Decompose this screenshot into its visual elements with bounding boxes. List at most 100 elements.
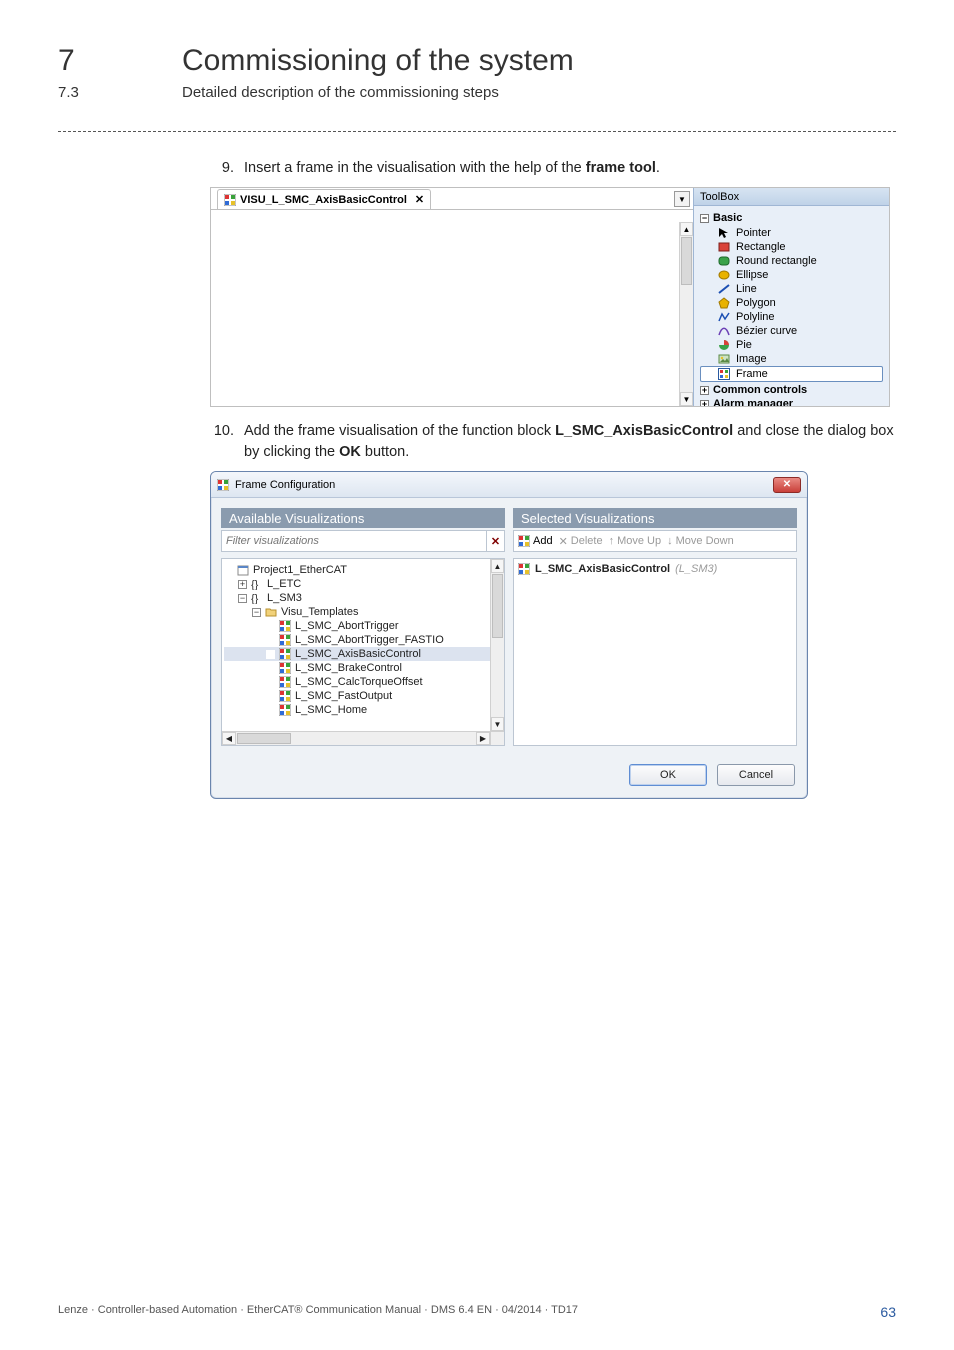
move-up-button[interactable]: ↑ Move Up <box>609 535 662 547</box>
step-text-part: button. <box>361 444 409 460</box>
tab-overflow-button[interactable]: ▼ <box>674 191 690 207</box>
visu-icon <box>279 634 291 646</box>
tool-label: Round rectangle <box>736 255 817 267</box>
tool-rectangle[interactable]: Rectangle <box>700 240 883 254</box>
delete-button[interactable]: ✕ Delete <box>559 535 603 548</box>
scroll-thumb[interactable] <box>681 237 692 285</box>
expand-icon[interactable]: + <box>238 580 247 589</box>
tool-polyline[interactable]: Polyline <box>700 310 883 324</box>
visu-icon <box>279 704 291 716</box>
collapse-icon[interactable]: − <box>238 594 247 603</box>
selected-item[interactable]: L_SMC_AxisBasicControl (L_SM3) <box>518 563 792 575</box>
tree-label: L_ETC <box>267 578 301 590</box>
expand-icon[interactable]: + <box>700 400 709 407</box>
tool-label: Pointer <box>736 227 771 239</box>
tool-label: Frame <box>736 368 768 380</box>
tree-visu-templates[interactable]: − Visu_Templates <box>224 605 502 619</box>
tool-polygon[interactable]: Polygon <box>700 296 883 310</box>
dialog-title: Frame Configuration <box>235 479 335 491</box>
step-10: 10. Add the frame visualisation of the f… <box>210 421 896 463</box>
collapse-icon[interactable]: − <box>700 214 709 223</box>
step-text-part: . <box>656 160 660 176</box>
tree-l-sm3[interactable]: − {} L_SM3 <box>224 591 502 605</box>
scroll-right-icon[interactable]: ▶ <box>476 732 490 745</box>
tool-pie[interactable]: Pie <box>700 338 883 352</box>
cancel-button[interactable]: Cancel <box>717 764 795 786</box>
svg-text:{}: {} <box>251 593 259 604</box>
tree-label: L_SM3 <box>267 592 302 604</box>
dialog-button-row: OK Cancel <box>211 756 807 798</box>
scroll-left-icon[interactable]: ◀ <box>222 732 236 745</box>
filter-row: ✕ <box>221 530 505 552</box>
toolbox-group-common[interactable]: + Common controls <box>700 384 883 396</box>
filter-input[interactable] <box>222 535 486 547</box>
toolbox-title: ToolBox <box>694 188 889 206</box>
scroll-down-icon[interactable]: ▼ <box>491 717 504 731</box>
bezier-icon <box>718 325 730 337</box>
tool-bezier[interactable]: Bézier curve <box>700 324 883 338</box>
ok-button[interactable]: OK <box>629 764 707 786</box>
tree-label: L_SMC_CalcTorqueOffset <box>295 676 423 688</box>
step-text: Add the frame visualisation of the funct… <box>244 421 896 463</box>
available-header: Available Visualizations <box>221 508 505 528</box>
scroll-up-icon[interactable]: ▲ <box>491 559 504 573</box>
tool-image[interactable]: Image <box>700 352 883 366</box>
clear-filter-button[interactable]: ✕ <box>486 531 504 551</box>
available-listbox: Project1_EtherCAT + {} L_ETC − {} <box>221 558 505 746</box>
selected-name: L_SMC_AxisBasicControl <box>535 563 670 575</box>
action-label: Move Down <box>676 535 734 547</box>
tree-root[interactable]: Project1_EtherCAT <box>224 563 502 577</box>
scroll-thumb[interactable] <box>492 574 503 638</box>
project-icon <box>237 564 249 576</box>
add-button[interactable]: Add <box>518 535 553 547</box>
move-down-button[interactable]: ↓ Move Down <box>667 535 734 547</box>
tree-item[interactable]: L_SMC_AbortTrigger <box>224 619 502 633</box>
step-text-bold: L_SMC_AxisBasicControl <box>555 423 733 439</box>
chapter-title: Commissioning of the system <box>182 44 574 78</box>
tool-line[interactable]: Line <box>700 282 883 296</box>
tab-visu[interactable]: VISU_L_SMC_AxisBasicControl ✕ <box>217 189 431 209</box>
frame-icon <box>718 368 730 380</box>
tree-item[interactable]: L_SMC_FastOutput <box>224 689 502 703</box>
tool-pointer[interactable]: Pointer <box>700 226 883 240</box>
tool-ellipse[interactable]: Ellipse <box>700 268 883 282</box>
group-label: Common controls <box>713 384 807 396</box>
tree-item[interactable]: L_SMC_BrakeControl <box>224 661 502 675</box>
scroll-thumb[interactable] <box>237 733 291 744</box>
scrollbar-vertical[interactable]: ▲ ▼ <box>679 222 693 406</box>
toolbox-group-basic[interactable]: − Basic <box>700 212 883 224</box>
scroll-up-icon[interactable]: ▲ <box>680 222 693 236</box>
tab-close-icon[interactable]: ✕ <box>415 193 424 206</box>
tree-item[interactable]: L_SMC_CalcTorqueOffset <box>224 675 502 689</box>
action-label: Delete <box>571 535 603 547</box>
collapse-icon[interactable]: − <box>252 608 261 617</box>
tree-item[interactable]: L_SMC_AbortTrigger_FASTIO <box>224 633 502 647</box>
group-label: Alarm manager <box>713 398 793 406</box>
scroll-down-icon[interactable]: ▼ <box>680 392 693 406</box>
step-number: 9. <box>210 158 234 179</box>
page-footer: Lenze · Controller-based Automation · Et… <box>58 1304 896 1320</box>
step-9: 9. Insert a frame in the visualisation w… <box>210 158 896 179</box>
tree-label: L_SMC_AbortTrigger <box>295 620 399 632</box>
visu-icon <box>279 662 291 674</box>
tree-l-etc[interactable]: + {} L_ETC <box>224 577 502 591</box>
chapter-number: 7 <box>58 44 128 78</box>
toolbox-group-alarm[interactable]: + Alarm manager <box>700 398 883 406</box>
tool-round-rectangle[interactable]: Round rectangle <box>700 254 883 268</box>
tool-frame[interactable]: Frame <box>700 366 883 382</box>
close-button[interactable]: ✕ <box>773 477 801 493</box>
selected-header: Selected Visualizations <box>513 508 797 528</box>
page-number: 63 <box>880 1304 896 1320</box>
tree-item[interactable]: L_SMC_AxisBasicControl <box>224 647 502 661</box>
section-title: Detailed description of the commissionin… <box>182 84 499 101</box>
ellipse-icon <box>718 269 730 281</box>
tool-label: Bézier curve <box>736 325 797 337</box>
dialog-titlebar[interactable]: Frame Configuration ✕ <box>211 472 807 498</box>
expand-icon[interactable]: + <box>700 386 709 395</box>
tool-label: Polygon <box>736 297 776 309</box>
tree-item[interactable]: L_SMC_Home <box>224 703 502 717</box>
scrollbar-horizontal[interactable]: ◀ ▶ <box>222 731 490 745</box>
editor-canvas[interactable]: ▲ ▼ <box>211 210 693 406</box>
tool-label: Ellipse <box>736 269 768 281</box>
scrollbar-vertical[interactable]: ▲ ▼ <box>490 559 504 731</box>
